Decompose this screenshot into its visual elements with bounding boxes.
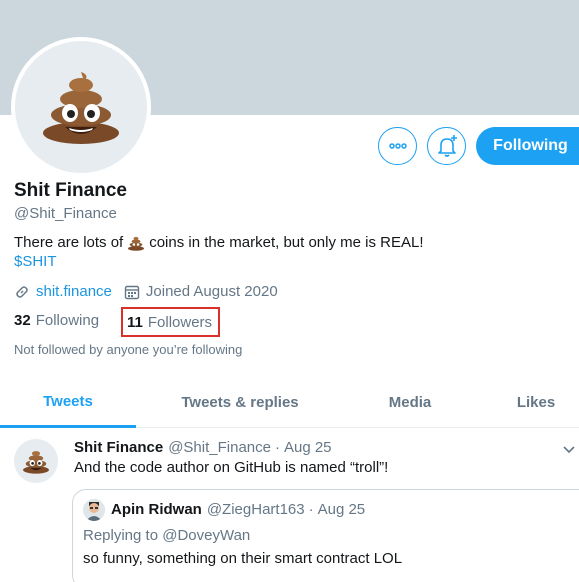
- following-count-link[interactable]: 32 Following: [14, 312, 99, 329]
- bio-text-end: coins in the market, but only me is REAL…: [149, 234, 424, 251]
- quoted-author-name: Apin Ridwan: [111, 501, 202, 518]
- quoted-replying-to: Replying to @DoveyWan: [83, 527, 250, 544]
- more-options-button[interactable]: [378, 127, 417, 165]
- profile-bio: There are lots of coins in the market, b…: [14, 234, 424, 251]
- tab-tweets[interactable]: Tweets: [0, 378, 136, 428]
- profile-name: Shit Finance: [14, 180, 127, 201]
- profile-meta: shit.finance Joined August 2020: [14, 283, 278, 300]
- tweet-header: Shit Finance @Shit_Finance · Aug 25: [74, 439, 332, 456]
- profile-handle: @Shit_Finance: [14, 205, 117, 222]
- following-button[interactable]: Following: [476, 127, 579, 165]
- quoted-separator: ·: [308, 501, 314, 518]
- replying-prefix: Replying to: [83, 527, 159, 544]
- tab-media[interactable]: Media: [370, 378, 450, 426]
- tweet-author-handle[interactable]: @Shit_Finance: [168, 439, 271, 456]
- link-icon: [16, 285, 28, 298]
- poop-emoji-icon: [43, 72, 119, 144]
- tab-likes[interactable]: Likes: [500, 378, 572, 426]
- tweet-item[interactable]: Shit Finance @Shit_Finance · Aug 25 And …: [0, 429, 579, 582]
- poop-emoji-icon: [127, 235, 145, 251]
- notifications-button[interactable]: [427, 127, 466, 165]
- user-avatar-icon: [83, 499, 105, 521]
- replying-mention: @DoveyWan: [162, 527, 251, 544]
- tab-tweets-and-replies[interactable]: Tweets & replies: [160, 378, 320, 426]
- cashtag-link[interactable]: $SHIT: [14, 253, 57, 270]
- followers-count-link[interactable]: 11 Followers: [121, 307, 221, 337]
- followers-count: 11: [127, 313, 143, 331]
- tweet-date[interactable]: Aug 25: [284, 439, 332, 456]
- quoted-author-handle: @ZiegHart163: [206, 501, 305, 518]
- profile-avatar[interactable]: [11, 37, 151, 177]
- quoted-date: Aug 25: [317, 501, 366, 518]
- website-link[interactable]: shit.finance: [14, 283, 112, 300]
- tweet-text: And the code author on GitHub is named “…: [74, 459, 389, 476]
- tweet-menu-button[interactable]: [563, 441, 575, 459]
- tweet-avatar[interactable]: [14, 439, 58, 483]
- follow-stats: 32 Following 11 Followers: [14, 307, 221, 337]
- tweet-separator: ·: [274, 439, 280, 456]
- following-label: Following: [35, 312, 100, 329]
- bell-plus-icon: [437, 135, 457, 157]
- quoted-avatar: [83, 499, 105, 521]
- tweet-author-name[interactable]: Shit Finance: [74, 439, 163, 456]
- following-count: 32: [14, 312, 31, 329]
- more-icon: [388, 143, 407, 149]
- profile-tabs: Tweets Tweets & replies Media Likes: [0, 378, 579, 428]
- followers-label: Followers: [147, 313, 213, 331]
- quoted-tweet[interactable]: Apin Ridwan @ZiegHart163 · Aug 25 Replyi…: [72, 489, 579, 582]
- join-date-text: Joined August 2020: [145, 283, 278, 300]
- join-date: Joined August 2020: [124, 283, 278, 300]
- bio-text-start: There are lots of: [14, 234, 124, 251]
- not-followed-note: Not followed by anyone you’re following: [14, 342, 243, 357]
- quoted-header: Apin Ridwan @ZiegHart163 · Aug 25: [111, 501, 365, 518]
- website-text[interactable]: shit.finance: [36, 283, 112, 300]
- chevron-down-icon: [563, 446, 575, 454]
- calendar-icon: [124, 285, 140, 299]
- quoted-text: so funny, something on their smart contr…: [83, 550, 403, 567]
- poop-emoji-icon: [23, 451, 49, 474]
